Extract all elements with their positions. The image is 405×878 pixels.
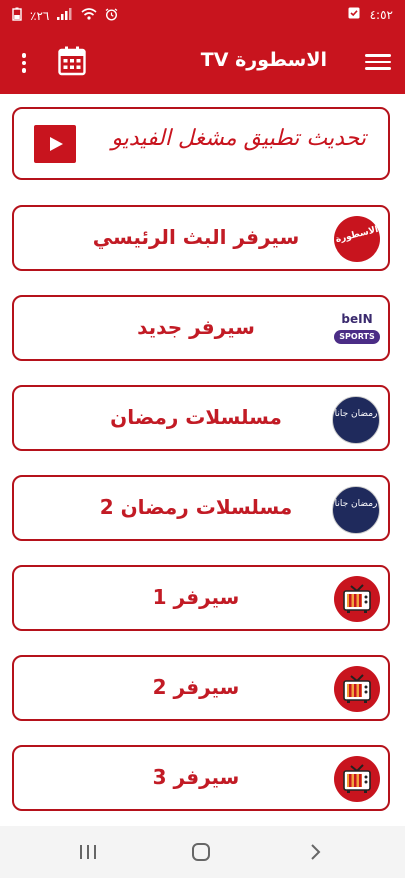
status-left: ٪٢٦ bbox=[12, 7, 118, 24]
bein-sports-logo-icon: beIN SPORTS bbox=[332, 306, 382, 352]
notification-icon bbox=[348, 7, 360, 22]
calendar-icon[interactable] bbox=[58, 46, 86, 76]
back-icon[interactable] bbox=[304, 840, 328, 864]
list-item-ramadan-series-2[interactable]: مسلسلات رمضان 2 رمضان جانا bbox=[12, 475, 390, 541]
list-item-server-2[interactable]: سيرفر 2 bbox=[12, 655, 390, 721]
alarm-icon bbox=[105, 7, 118, 24]
signal-icon bbox=[57, 8, 73, 23]
brand-logo-icon: الاسطورة bbox=[334, 216, 380, 262]
tv-icon bbox=[334, 576, 380, 622]
item-label: مسلسلات رمضان 2 bbox=[99, 495, 293, 519]
more-vert-icon[interactable] bbox=[14, 50, 34, 76]
ramadan-logo-icon: رمضان جانا bbox=[332, 486, 380, 534]
update-banner-label: تحديث تطبيق مشغل الفيديو bbox=[111, 126, 366, 151]
tv-icon bbox=[334, 756, 380, 802]
list-item-server-3[interactable]: سيرفر 3 bbox=[12, 745, 390, 811]
item-label: سيرفر 3 bbox=[152, 765, 240, 789]
ramadan-logo-icon: رمضان جانا bbox=[332, 396, 380, 444]
list-item-main-server[interactable]: سيرفر البث الرئيسي الاسطورة bbox=[12, 205, 390, 271]
clock-time: ٤:٥٢ bbox=[369, 7, 393, 22]
battery-percent: ٪٢٦ bbox=[30, 8, 50, 23]
list-item-new-server[interactable]: سيرفر جديد beIN SPORTS bbox=[12, 295, 390, 361]
wifi-icon bbox=[81, 8, 97, 23]
status-right: ٤:٥٢ bbox=[348, 7, 393, 22]
menu-icon[interactable] bbox=[365, 50, 391, 74]
play-icon bbox=[34, 125, 76, 163]
update-video-player-button[interactable]: تحديث تطبيق مشغل الفيديو bbox=[12, 107, 390, 180]
item-label: سيرفر 2 bbox=[152, 675, 240, 699]
battery-icon bbox=[12, 7, 22, 24]
system-nav-bar bbox=[0, 826, 405, 878]
app-bar: الاسطورة TV bbox=[0, 30, 405, 94]
list-item-server-1[interactable]: سيرفر 1 bbox=[12, 565, 390, 631]
tv-icon bbox=[334, 666, 380, 712]
status-bar: ٪٢٦ ٤:٥٢ bbox=[0, 0, 405, 30]
item-label: سيرفر جديد bbox=[137, 315, 255, 339]
item-label: سيرفر 1 bbox=[152, 585, 240, 609]
item-label: مسلسلات رمضان bbox=[110, 405, 282, 429]
list-item-ramadan-series[interactable]: مسلسلات رمضان رمضان جانا bbox=[12, 385, 390, 451]
item-label: سيرفر البث الرئيسي bbox=[92, 225, 300, 249]
home-icon[interactable] bbox=[189, 840, 213, 864]
recent-apps-icon[interactable] bbox=[76, 840, 100, 864]
app-title: الاسطورة TV bbox=[200, 49, 327, 71]
